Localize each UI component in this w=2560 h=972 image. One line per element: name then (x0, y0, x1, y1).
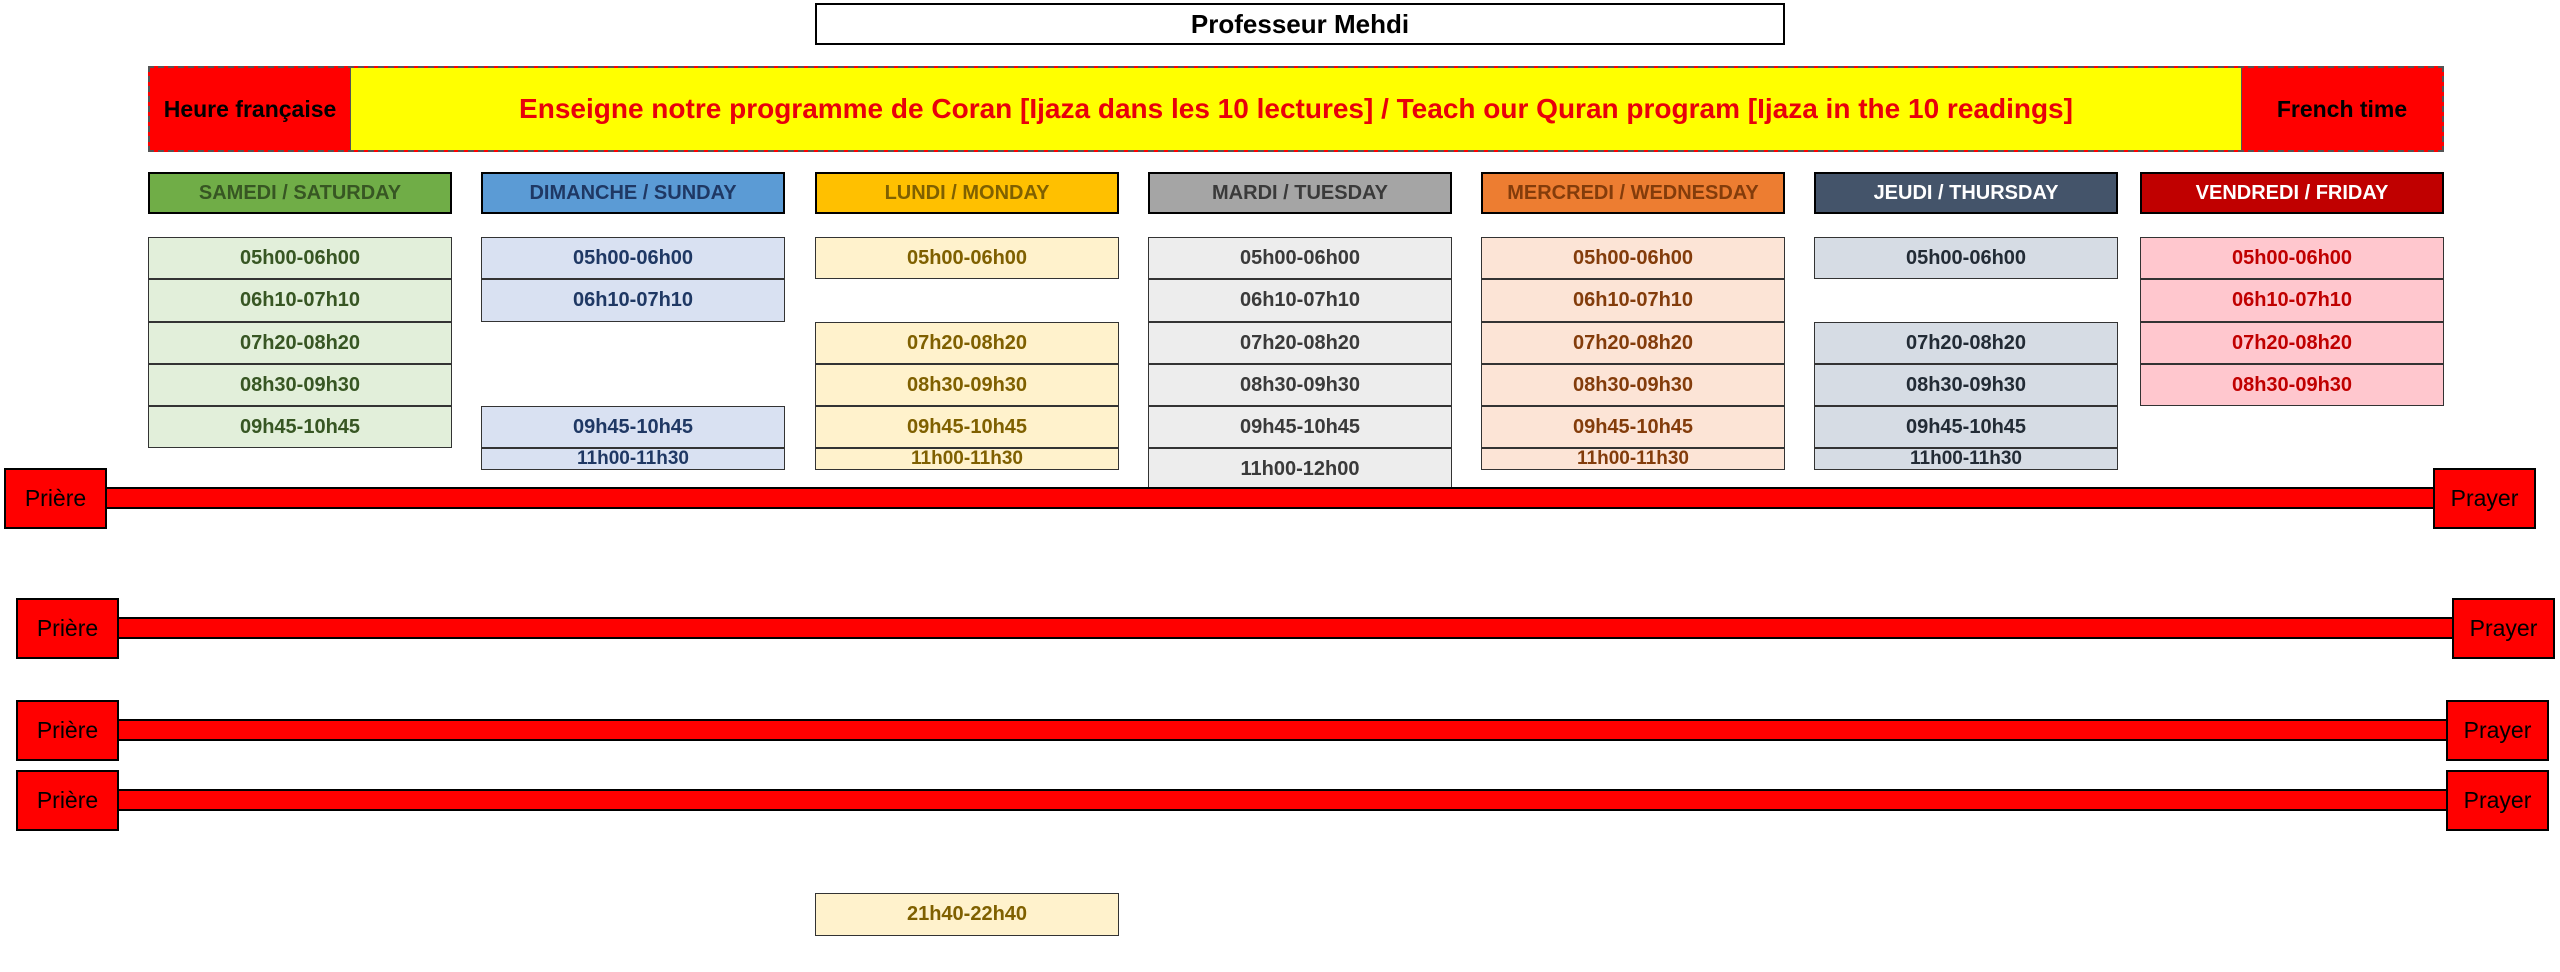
time-slot-saturday: 09h45-10h45 (148, 406, 452, 448)
prayer-bar (115, 617, 2456, 639)
day-header-saturday: SAMEDI / SATURDAY (148, 172, 452, 214)
time-slot-thursday: 11h00-11h30 (1814, 448, 2118, 470)
time-slot-tuesday: 06h10-07h10 (1148, 279, 1452, 322)
prayer-label-en: Prayer (2446, 700, 2549, 761)
prayer-bar (103, 487, 2437, 509)
time-slot-saturday: 08h30-09h30 (148, 364, 452, 406)
day-header-tuesday: MARDI / TUESDAY (1148, 172, 1452, 214)
prayer-label-fr: Prière (16, 598, 119, 659)
time-slot-saturday: 05h00-06h00 (148, 237, 452, 279)
prayer-label-fr: Prière (16, 770, 119, 831)
day-header-monday: LUNDI / MONDAY (815, 172, 1119, 214)
time-slot-friday: 08h30-09h30 (2140, 364, 2444, 406)
time-slot-monday: 21h40-22h40 (815, 893, 1119, 936)
prayer-label-fr: Prière (4, 468, 107, 529)
time-slot-friday: 07h20-08h20 (2140, 322, 2444, 364)
time-slot-wednesday: 08h30-09h30 (1481, 364, 1785, 406)
time-slot-thursday: 08h30-09h30 (1814, 364, 2118, 406)
time-slot-wednesday: 11h00-11h30 (1481, 448, 1785, 470)
time-slot-wednesday: 09h45-10h45 (1481, 406, 1785, 448)
time-slot-sunday: 05h00-06h00 (481, 237, 785, 279)
day-header-wednesday: MERCREDI / WEDNESDAY (1481, 172, 1785, 214)
time-slot-monday: 07h20-08h20 (815, 322, 1119, 364)
time-slot-thursday: 09h45-10h45 (1814, 406, 2118, 448)
time-slot-wednesday: 06h10-07h10 (1481, 279, 1785, 322)
program-banner: Heure française Enseigne notre programme… (148, 66, 2444, 152)
prayer-bar (115, 789, 2450, 811)
time-slot-tuesday: 11h00-12h00 (1148, 448, 1452, 490)
time-slot-wednesday: 05h00-06h00 (1481, 237, 1785, 279)
time-slot-thursday: 05h00-06h00 (1814, 237, 2118, 279)
prayer-label-en: Prayer (2446, 770, 2549, 831)
time-slot-monday: 09h45-10h45 (815, 406, 1119, 448)
prayer-label-fr: Prière (16, 700, 119, 761)
day-header-thursday: JEUDI / THURSDAY (1814, 172, 2118, 214)
time-slot-sunday: 09h45-10h45 (481, 406, 785, 448)
time-slot-tuesday: 07h20-08h20 (1148, 322, 1452, 364)
time-slot-friday: 05h00-06h00 (2140, 237, 2444, 279)
time-slot-tuesday: 08h30-09h30 (1148, 364, 1452, 406)
day-header-sunday: DIMANCHE / SUNDAY (481, 172, 785, 214)
time-slot-tuesday: 05h00-06h00 (1148, 237, 1452, 279)
time-slot-sunday: 06h10-07h10 (481, 279, 785, 322)
time-slot-sunday: 11h00-11h30 (481, 448, 785, 470)
banner-program-text: Enseigne notre programme de Coran [Ijaza… (350, 68, 2242, 150)
banner-right-label: French time (2276, 95, 2408, 122)
prayer-label-en: Prayer (2433, 468, 2536, 529)
prayer-bar (115, 719, 2450, 741)
time-slot-monday: 11h00-11h30 (815, 448, 1119, 470)
day-header-friday: VENDREDI / FRIDAY (2140, 172, 2444, 214)
banner-left-label: Heure française (163, 95, 337, 122)
time-slot-friday: 06h10-07h10 (2140, 279, 2444, 322)
time-slot-monday: 05h00-06h00 (815, 237, 1119, 279)
time-slot-monday: 08h30-09h30 (815, 364, 1119, 406)
page-title: Professeur Mehdi (815, 3, 1785, 45)
time-slot-saturday: 07h20-08h20 (148, 322, 452, 364)
time-slot-tuesday: 09h45-10h45 (1148, 406, 1452, 448)
time-slot-thursday: 07h20-08h20 (1814, 322, 2118, 364)
time-slot-saturday: 06h10-07h10 (148, 279, 452, 322)
time-slot-wednesday: 07h20-08h20 (1481, 322, 1785, 364)
prayer-label-en: Prayer (2452, 598, 2555, 659)
